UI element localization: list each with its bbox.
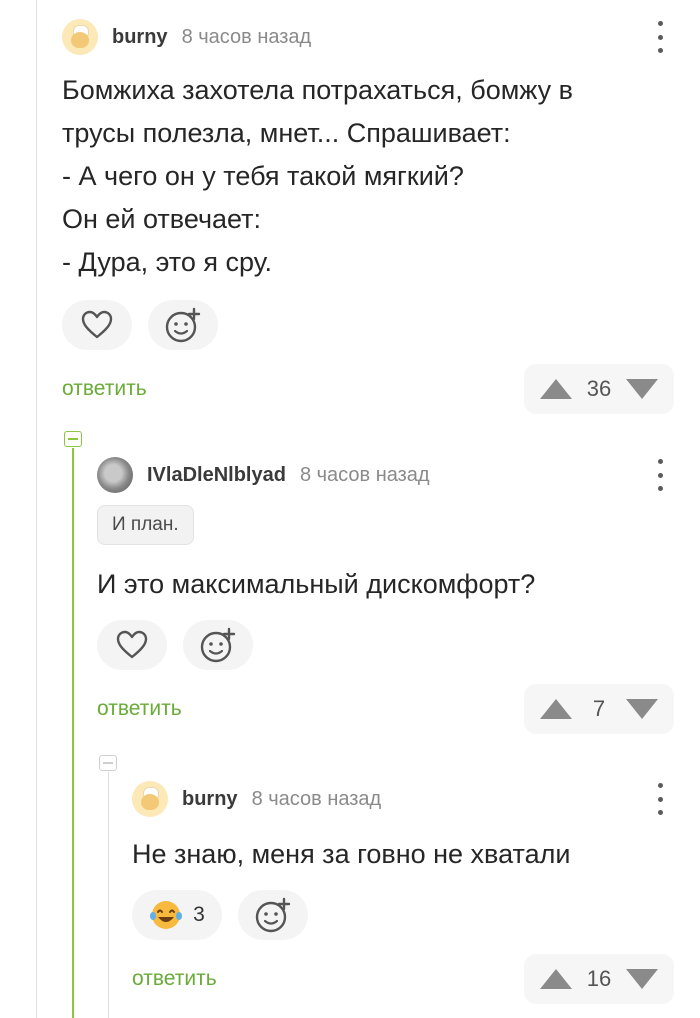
comment-footer: ответить 7 (97, 684, 700, 734)
rating-score: 36 (586, 376, 612, 401)
text-line: - Дура, это я сру. (62, 247, 273, 277)
downvote-icon[interactable] (626, 699, 658, 719)
text-line: Бомжиха захотела потрахаться, бомжу в (62, 75, 573, 105)
timestamp: 8 часов назад (251, 787, 382, 810)
add-reaction-button[interactable] (148, 300, 218, 350)
like-button[interactable] (62, 300, 132, 350)
reaction-count: 3 (193, 903, 205, 926)
reply-link[interactable]: ответить (62, 377, 147, 401)
text-line: - А чего он у тебя такой мягкий? (62, 161, 464, 191)
username[interactable]: burny (182, 788, 238, 811)
reaction-laugh-button[interactable]: 3 (132, 890, 222, 940)
chef-avatar[interactable] (62, 19, 98, 55)
username[interactable]: burny (112, 26, 168, 49)
collapse-thread-button[interactable] (64, 431, 82, 447)
rating-control: 16 (524, 954, 674, 1004)
comment-2: IVlaDleNlblyad 8 часов назад И план. И э… (97, 455, 700, 734)
laughing-tears-emoji-icon (150, 901, 183, 929)
more-menu-icon[interactable] (656, 21, 664, 53)
collapse-thread-button[interactable] (99, 755, 117, 771)
text-line: Он ей отвечает: (62, 204, 262, 234)
thread-branch-line (108, 772, 109, 1018)
timestamp: 8 часов назад (181, 25, 312, 48)
rating-control: 36 (524, 364, 674, 414)
reaction-bar (97, 620, 700, 670)
add-reaction-button[interactable] (183, 620, 253, 670)
reaction-bar: 3 (132, 890, 700, 940)
reaction-bar (62, 300, 700, 350)
thread-branch-line (72, 448, 74, 1018)
quote-badge[interactable]: И план. (97, 505, 194, 545)
like-button[interactable] (97, 620, 167, 670)
upvote-icon[interactable] (540, 379, 572, 399)
reply-link[interactable]: ответить (132, 967, 217, 991)
comment-footer: ответить 16 (132, 954, 700, 1004)
rating-score: 7 (592, 696, 606, 721)
heart-icon (116, 630, 148, 659)
chef-avatar[interactable] (132, 781, 168, 817)
comment-header: burny 8 часов назад (132, 779, 700, 819)
reply-link[interactable]: ответить (97, 697, 182, 721)
comment-header: burny 8 часов назад (62, 17, 700, 57)
rating-score: 16 (586, 966, 612, 991)
add-emoji-icon (165, 307, 201, 343)
photo-avatar[interactable] (97, 457, 133, 493)
comment-text: Бомжиха захотела потрахаться, бомжу в тр… (62, 69, 700, 284)
add-emoji-icon (200, 627, 236, 663)
timestamp: 8 часов назад (299, 463, 430, 486)
rating-control: 7 (524, 684, 674, 734)
downvote-icon[interactable] (626, 969, 658, 989)
comment-text: И это максимальный дискомфорт? (97, 569, 536, 599)
upvote-icon[interactable] (540, 699, 572, 719)
username[interactable]: IVlaDleNlblyad (147, 464, 286, 487)
heart-icon (81, 310, 113, 339)
add-reaction-button[interactable] (238, 890, 308, 940)
thread-line (36, 0, 37, 1018)
more-menu-icon[interactable] (656, 459, 664, 491)
add-emoji-icon (255, 897, 291, 933)
upvote-icon[interactable] (540, 969, 572, 989)
comment-footer: ответить 36 (62, 364, 700, 414)
text-line: трусы полезла, мнет... Спрашивает: (62, 118, 511, 148)
more-menu-icon[interactable] (656, 783, 664, 815)
downvote-icon[interactable] (626, 379, 658, 399)
comment-1: burny 8 часов назад Бомжиха захотела пот… (62, 17, 700, 414)
comment-header: IVlaDleNlblyad 8 часов назад (97, 455, 700, 495)
comment-text: Не знаю, меня за говно не хватали (132, 839, 571, 869)
comment-3: burny 8 часов назад Не знаю, меня за гов… (132, 779, 700, 1004)
